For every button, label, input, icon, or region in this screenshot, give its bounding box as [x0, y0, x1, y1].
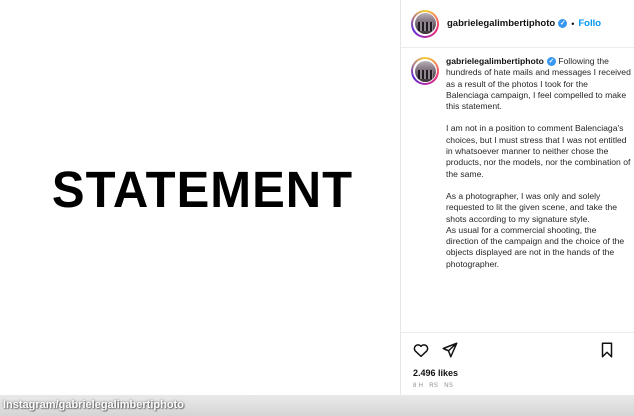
- post-image: STATEMENT: [8, 0, 397, 395]
- verified-badge-icon: ✓: [546, 57, 556, 67]
- caption-avatar-ring: [413, 59, 437, 83]
- caption-paragraph: As usual for a commercial shooting, the …: [446, 224, 625, 269]
- caption-paragraph: As a photographer, I was only and solely…: [446, 190, 618, 224]
- caption-avatar[interactable]: [411, 57, 439, 85]
- avatar-ring: [413, 11, 437, 36]
- follow-button[interactable]: Follo: [578, 18, 606, 29]
- post-actions-bar: [401, 332, 634, 366]
- header-username-text[interactable]: gabrielegalimbertiphoto: [447, 18, 555, 29]
- separator-dot: •: [571, 18, 575, 29]
- share-icon[interactable]: [441, 341, 459, 359]
- post-age: 8 H: [413, 383, 424, 389]
- caption-avatar-photo: [414, 60, 436, 82]
- likes-count[interactable]: 2.496 likes: [413, 368, 458, 378]
- heart-icon[interactable]: [412, 341, 430, 359]
- post-header: gabrielegalimbertiphoto ✓ • Follo: [401, 0, 634, 48]
- post-meta-item: NS: [444, 383, 454, 389]
- caption-body: gabrielegalimbertiphoto ✓ Following the h…: [446, 56, 631, 270]
- photo-credit: Instagram/gabrielegalimbertiphoto: [3, 399, 184, 411]
- caption-username[interactable]: gabrielegalimbertiphoto: [446, 56, 544, 66]
- avatar-photo: [414, 13, 436, 34]
- post-meta: 8 H RS NS: [413, 383, 459, 389]
- caption-paragraph: gabrielegalimbertiphoto ✓ Following the h…: [446, 56, 631, 112]
- verified-badge-icon: ✓: [558, 18, 568, 28]
- avatar[interactable]: [411, 9, 439, 38]
- bookmark-icon[interactable]: [598, 341, 616, 359]
- caption-paragraph: I am not in a position to comment Balenc…: [446, 123, 631, 179]
- post-side-panel: gabrielegalimbertiphoto ✓ • Follo gabriel…: [400, 0, 634, 395]
- post-meta-item: RS: [429, 383, 439, 389]
- statement-headline: STATEMENT: [51, 161, 354, 218]
- instagram-post-screenshot: STATEMENT gabrielegalimbertiphoto ✓ • Fol…: [0, 0, 634, 416]
- header-username[interactable]: gabrielegalimbertiphoto ✓: [447, 18, 568, 29]
- post-caption: gabrielegalimbertiphoto ✓ Following the h…: [411, 56, 631, 270]
